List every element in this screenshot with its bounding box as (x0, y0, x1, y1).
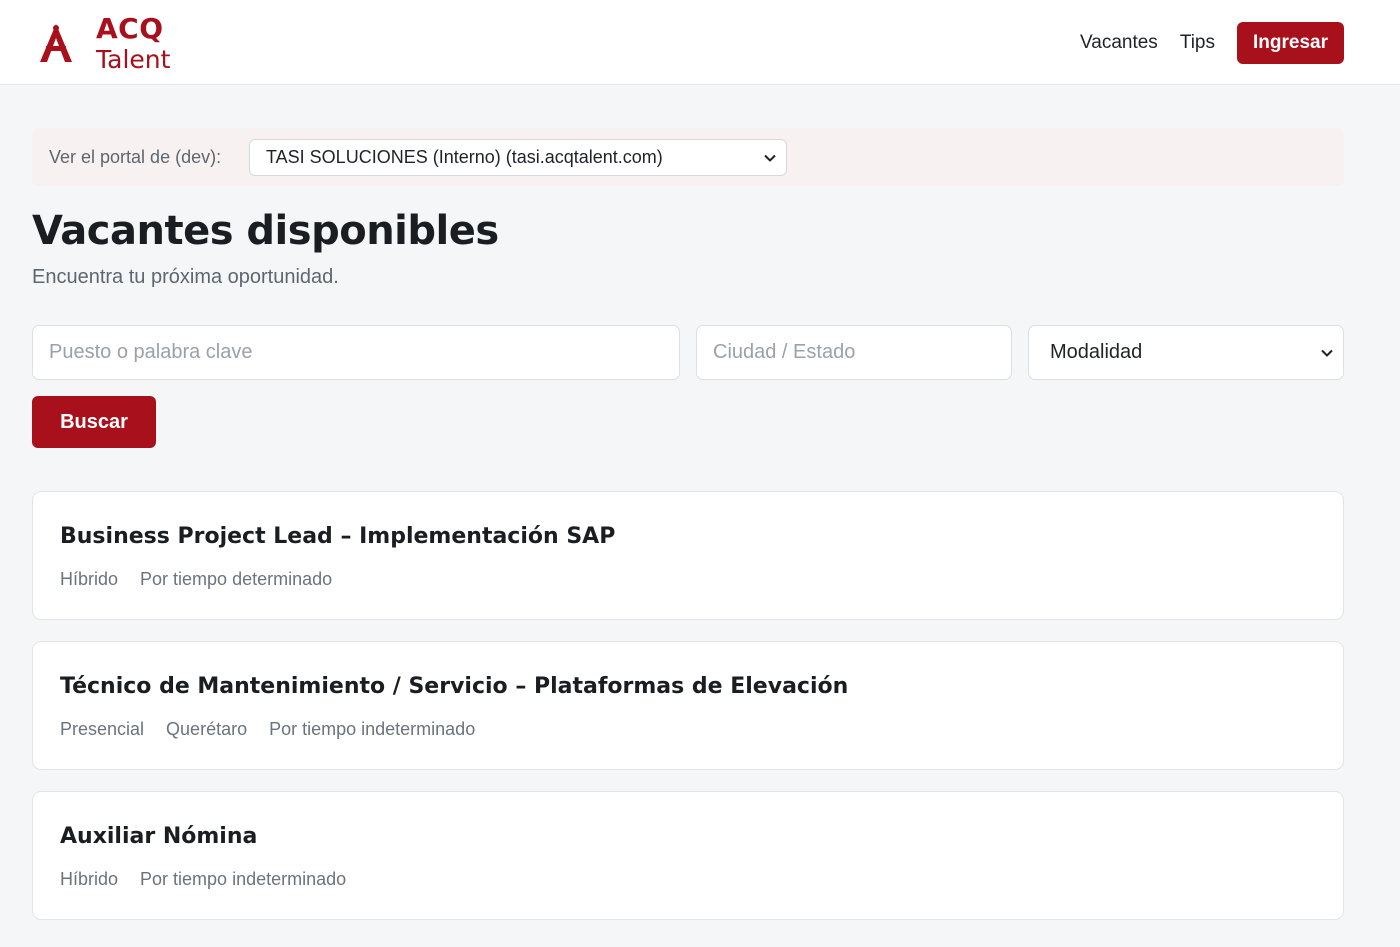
job-tag-modality: Híbrido (60, 869, 119, 889)
job-tag-modality: Híbrido (60, 569, 119, 589)
job-title[interactable]: Técnico de Mantenimiento / Servicio – Pl… (60, 674, 848, 699)
search-button[interactable]: Buscar (32, 396, 156, 448)
nav-link-tips[interactable]: Tips (1180, 32, 1215, 54)
acq-logo-icon (40, 24, 72, 62)
job-title[interactable]: Business Project Lead – Implementación S… (60, 524, 615, 549)
job-tag-contract: Por tiempo determinado (140, 569, 333, 589)
job-title[interactable]: Auxiliar Nómina (60, 824, 257, 849)
main-nav: Vacantes Tips Ingresar (1080, 22, 1344, 64)
chevron-down-icon (764, 154, 776, 162)
job-card[interactable]: Técnico de Mantenimiento / Servicio – Pl… (32, 641, 1344, 770)
brand-logo[interactable]: ACQ Talent (36, 12, 196, 74)
job-meta: Híbrido Por tiempo determinado (60, 569, 354, 590)
portal-select-value: TASI SOLUCIONES (Interno) (tasi.acqtalen… (266, 147, 663, 167)
portal-label: Ver el portal de (dev): (49, 147, 222, 167)
page-subtitle: Encuentra tu próxima oportunidad. (32, 266, 339, 288)
nav-link-vacantes[interactable]: Vacantes (1080, 32, 1158, 54)
job-card[interactable]: Auxiliar Nómina Híbrido Por tiempo indet… (32, 791, 1344, 920)
modality-select[interactable]: Modalidad (1028, 325, 1344, 380)
job-meta: Presencial Querétaro Por tiempo indeterm… (60, 719, 497, 740)
job-tag-modality: Presencial (60, 719, 145, 739)
top-navbar: ACQ Talent Vacantes Tips Ingresar (0, 0, 1400, 85)
job-tag-contract: Por tiempo indeterminado (140, 869, 347, 889)
job-meta: Híbrido Por tiempo indeterminado (60, 869, 368, 890)
job-tag-location: Querétaro (166, 719, 248, 739)
job-list: Business Project Lead – Implementación S… (32, 491, 1344, 941)
job-tag-contract: Por tiempo indeterminado (269, 719, 476, 739)
logo-text-talent: Talent (96, 45, 171, 74)
login-button[interactable]: Ingresar (1237, 22, 1344, 64)
modality-select-value: Modalidad (1050, 341, 1143, 363)
city-search-input[interactable] (696, 325, 1012, 380)
keyword-search-input[interactable] (32, 325, 680, 380)
page-title: Vacantes disponibles (32, 208, 499, 254)
job-card[interactable]: Business Project Lead – Implementación S… (32, 491, 1344, 620)
portal-select[interactable]: TASI SOLUCIONES (Interno) (tasi.acqtalen… (249, 139, 787, 176)
logo-text-acq: ACQ (96, 12, 164, 45)
portal-selector-bar: Ver el portal de (dev): TASI SOLUCIONES … (32, 128, 1344, 186)
chevron-down-icon (1321, 349, 1333, 357)
